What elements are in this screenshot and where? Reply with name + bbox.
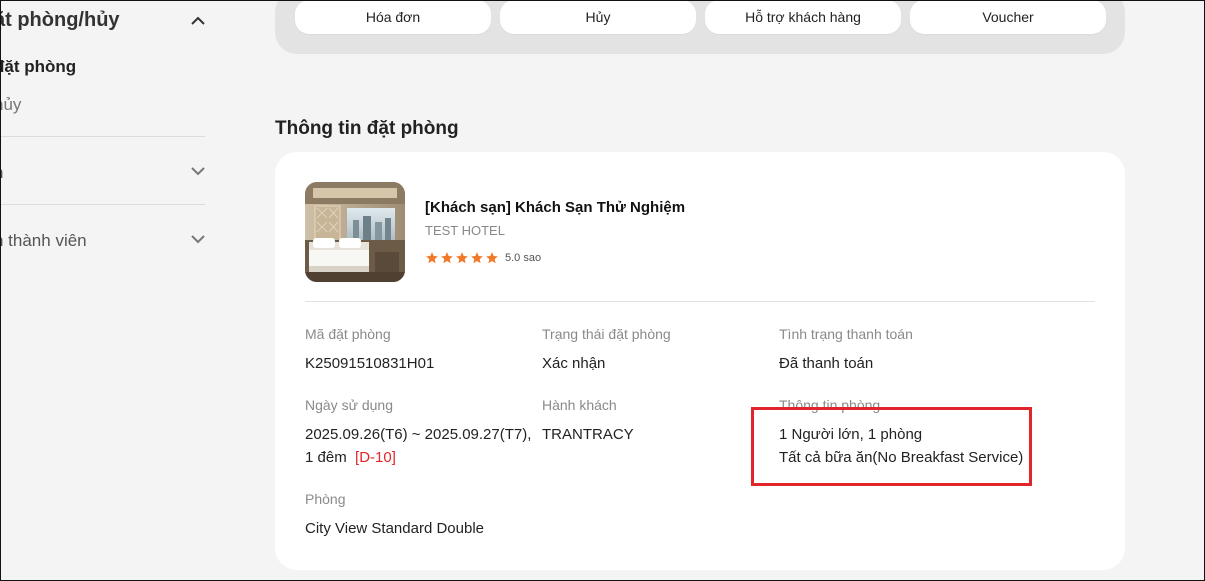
usage-date-value: 2025.09.26(T6) ~ 2025.09.27(T7), bbox=[305, 426, 532, 443]
hotel-name[interactable]: [Khách sạn] Khách Sạn Thử Nghiệm bbox=[425, 199, 685, 216]
booking-card: [Khách sạn] Khách Sạn Thử Nghiệm TEST HO… bbox=[275, 152, 1125, 570]
payment-status-value: Đã thanh toán bbox=[779, 355, 874, 372]
sidebar-divider bbox=[0, 136, 205, 137]
guest-label: Hành khách bbox=[542, 397, 617, 413]
chevron-down-icon[interactable] bbox=[189, 230, 207, 248]
chevron-up-icon[interactable] bbox=[189, 12, 207, 30]
invoice-button[interactable]: Hóa đơn bbox=[295, 0, 491, 34]
booking-code-label: Mã đặt phòng bbox=[305, 326, 391, 342]
star-icon bbox=[441, 252, 453, 264]
star-rating: 5.0 sao bbox=[425, 251, 541, 265]
sidebar-divider bbox=[0, 204, 205, 205]
nights-value: 1 đêm [D-10] bbox=[305, 446, 396, 469]
customer-support-button[interactable]: Hỗ trợ khách hàng bbox=[705, 0, 901, 34]
sidebar-item-membership[interactable]: n thành viên bbox=[0, 231, 87, 251]
cancel-button[interactable]: Hủy bbox=[500, 0, 696, 34]
payment-status-label: Tình trạng thanh toán bbox=[779, 326, 913, 342]
room-label: Phòng bbox=[305, 491, 346, 507]
star-icon bbox=[426, 252, 438, 264]
star-icon bbox=[471, 252, 483, 264]
highlight-box bbox=[751, 407, 1032, 486]
hotel-thumbnail[interactable] bbox=[305, 182, 405, 282]
sidebar-item-collapsed-1[interactable]: h bbox=[0, 163, 3, 183]
sidebar-section-title[interactable]: ặt phòng/hủy bbox=[0, 9, 120, 32]
star-icon bbox=[486, 252, 498, 264]
room-value: City View Standard Double bbox=[305, 520, 484, 537]
sidebar-item-cancel[interactable]: hủy bbox=[0, 95, 21, 115]
section-title: Thông tin đặt phòng bbox=[275, 118, 459, 139]
nights-count: 1 đêm bbox=[305, 449, 347, 466]
hotel-english-name: TEST HOTEL bbox=[425, 223, 505, 238]
chevron-down-icon[interactable] bbox=[189, 162, 207, 180]
countdown-badge: [D-10] bbox=[355, 449, 396, 466]
usage-date-label: Ngày sử dụng bbox=[305, 397, 393, 413]
sidebar-item-booking[interactable]: đặt phòng bbox=[0, 57, 76, 77]
action-tab-bar: Hóa đơn Hủy Hỗ trợ khách hàng Voucher bbox=[275, 0, 1125, 54]
booking-status-value: Xác nhận bbox=[542, 355, 606, 372]
booking-code-value: K25091510831H01 bbox=[305, 355, 435, 372]
card-divider bbox=[305, 301, 1095, 302]
rating-text: 5.0 sao bbox=[505, 252, 542, 264]
booking-status-label: Trạng thái đặt phòng bbox=[542, 326, 671, 342]
sidebar: ặt phòng/hủy đặt phòng hủy h n thành viê… bbox=[0, 0, 210, 581]
star-icon bbox=[456, 252, 468, 264]
guest-value: TRANTRACY bbox=[542, 426, 634, 443]
voucher-button[interactable]: Voucher bbox=[910, 0, 1106, 34]
